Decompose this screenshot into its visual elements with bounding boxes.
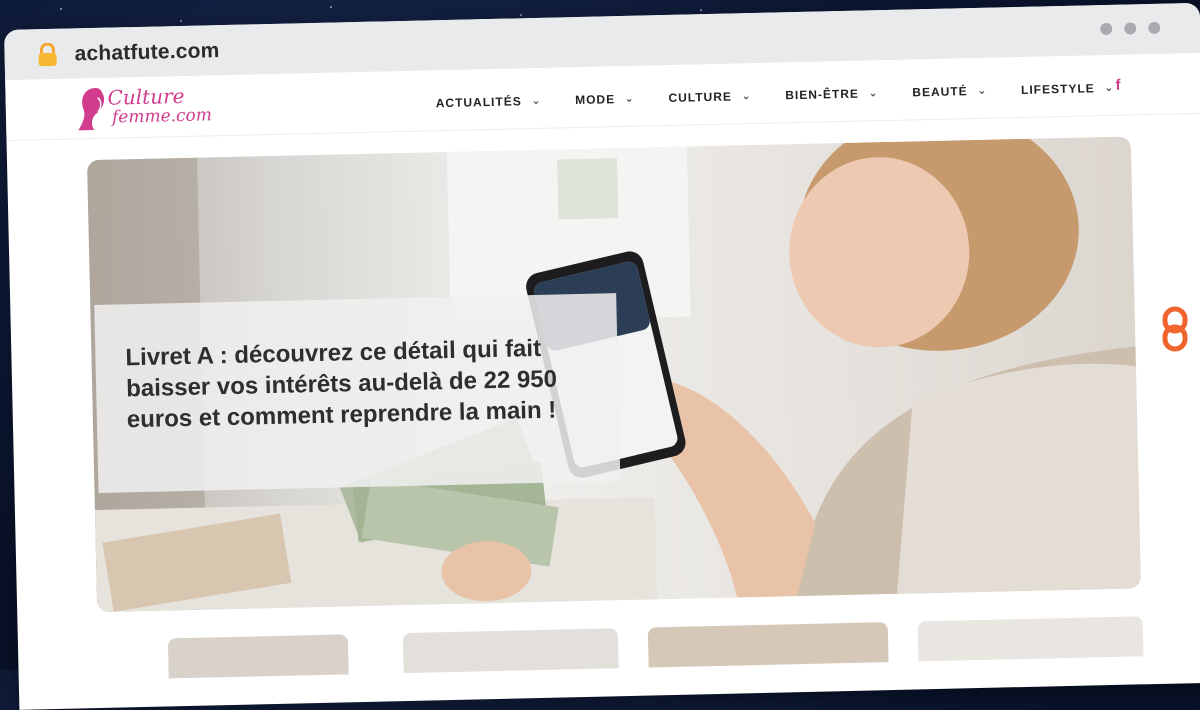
article-card[interactable] [647, 622, 889, 668]
article-card[interactable] [917, 616, 1144, 662]
article-card[interactable] [402, 628, 619, 674]
window-controls [1100, 21, 1161, 36]
hero-title-card: Livret A : découvrez ce détail qui fait … [94, 293, 621, 493]
hero-title[interactable]: Livret A : découvrez ce détail qui fait … [125, 331, 607, 435]
nav-label: LIFESTYLE [1020, 81, 1095, 97]
chevron-down-icon: ⌄ [1104, 82, 1115, 94]
nav-label: BEAUTÉ [912, 84, 968, 100]
nav-label: MODE [574, 92, 616, 108]
hero-featured-article[interactable]: Livret A : découvrez ce détail qui fait … [86, 136, 1141, 613]
nav-item-culture[interactable]: CULTURE ⌄ [668, 89, 751, 105]
nav-label: CULTURE [668, 89, 733, 105]
chevron-down-icon: ⌄ [624, 93, 635, 105]
nav-item-bien-etre[interactable]: BIEN-ÊTRE ⌄ [785, 86, 879, 103]
facebook-icon[interactable]: f [1115, 77, 1120, 94]
nav-label: BIEN-ÊTRE [785, 86, 860, 103]
woman-silhouette-icon [78, 87, 105, 131]
main-nav: ACTUALITÉS ⌄ MODE ⌄ CULTURE ⌄ BIEN-ÊTRE … [436, 80, 1149, 110]
nav-label: ACTUALITÉS [435, 94, 522, 111]
window-dot-icon[interactable] [1124, 22, 1137, 35]
nav-item-beaute[interactable]: BEAUTÉ ⌄ [912, 84, 988, 100]
lock-icon [38, 42, 57, 67]
chain-link-icon [1162, 306, 1188, 352]
nav-item-mode[interactable]: MODE ⌄ [575, 92, 635, 107]
chevron-down-icon: ⌄ [741, 90, 752, 102]
browser-window: achatfute.com Culture femme.com ACTUALIT… [4, 2, 1200, 710]
site-logo[interactable]: Culture femme.com [75, 81, 212, 134]
nav-item-actualites[interactable]: ACTUALITÉS ⌄ [436, 94, 542, 110]
nav-item-lifestyle[interactable]: LIFESTYLE ⌄ [1021, 81, 1114, 97]
address-bar-url[interactable]: achatfute.com [74, 39, 219, 66]
article-card[interactable] [167, 634, 349, 679]
window-dot-icon[interactable] [1100, 22, 1113, 36]
watermark-text: GUESTPOSTLINKS [1192, 300, 1200, 544]
chevron-down-icon: ⌄ [977, 85, 988, 97]
logo-line2: femme.com [111, 105, 213, 128]
chevron-down-icon: ⌄ [531, 95, 542, 107]
window-dot-icon[interactable] [1148, 21, 1161, 35]
chevron-down-icon: ⌄ [868, 87, 879, 99]
